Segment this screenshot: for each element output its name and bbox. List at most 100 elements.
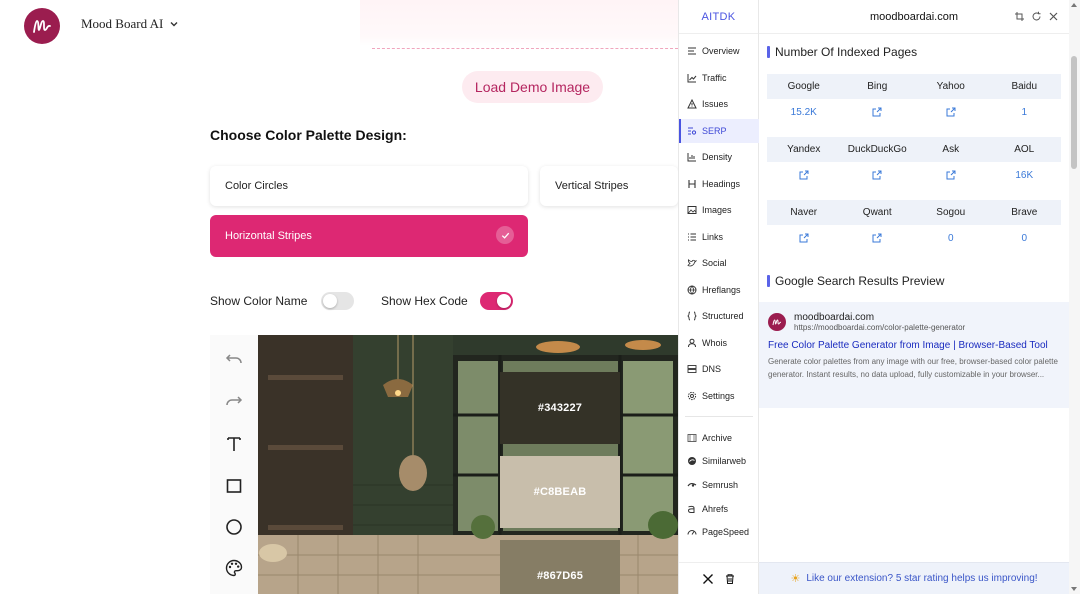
nav-issues[interactable]: Issues [679,92,759,116]
serp-url: https://moodboardai.com/color-palette-ge… [794,323,966,332]
brand-logo[interactable] [24,8,60,44]
redo-icon[interactable] [223,390,245,412]
option-label: Vertical Stripes [555,180,629,192]
rating-banner[interactable]: ☀ Like our extension? 5 star rating help… [759,562,1069,594]
nav-divider [685,416,753,417]
scroll-thumb[interactable] [1071,56,1077,169]
swatch-3[interactable]: #867D65 [500,540,620,594]
list-icon [688,47,696,55]
nav-serp[interactable]: SERP [679,119,759,143]
nav-similarweb[interactable]: Similarweb [679,449,759,473]
page-scrollbar[interactable] [1069,0,1080,594]
option-label: Color Circles [225,180,288,192]
engine-name: Qwant [862,207,892,218]
external-link-icon[interactable] [841,225,915,251]
swatch-hex: #867D65 [536,570,584,582]
external-link-icon[interactable] [914,99,988,125]
scroll-down-arrow-icon[interactable] [1071,587,1077,591]
engine-name: Naver [790,207,818,218]
scroll-up-arrow-icon[interactable] [1071,3,1077,7]
load-demo-image-button[interactable]: Load Demo Image [462,71,603,103]
brand-menu[interactable]: Mood Board AI [81,16,179,32]
option-label: Horizontal Stripes [225,230,312,242]
panel-controls [1014,11,1059,22]
sidebar-footer [679,562,759,594]
speedometer-icon [687,530,697,535]
nav-images[interactable]: Images [679,198,759,222]
nav-settings[interactable]: Settings [679,384,759,408]
nav-whois[interactable]: Whois [679,331,759,355]
show-color-name-toggle[interactable] [321,292,355,310]
indexed-group-1: Google Bing Yahoo Baidu 15.2K 1 [767,74,1061,125]
undo-icon[interactable] [223,348,245,370]
rectangle-icon[interactable] [223,475,245,497]
trash-icon[interactable] [724,573,736,585]
aitdk-title: AITDK [679,0,758,34]
external-link-icon[interactable] [767,225,841,251]
engine-name: Ask [942,144,960,155]
indexed-group-2: Yandex DuckDuckGo Ask AOL 16K [767,137,1061,188]
serp-headline[interactable]: Free Color Palette Generator from Image … [768,340,1060,351]
nav-semrush[interactable]: Semrush [679,473,759,497]
show-hex-code-toggle[interactable] [479,292,513,310]
show-hex-code-label: Show Hex Code [381,294,468,308]
nav-hreflangs[interactable]: Hreflangs [679,278,759,302]
nav-ahrefs[interactable]: Ahrefs [679,497,759,521]
indexed-count[interactable]: 16K [988,162,1062,188]
swatch-2[interactable]: #C8BEAB [500,456,620,528]
nav-traffic[interactable]: Traffic [679,66,759,90]
sun-icon: ☀ [790,573,801,585]
nav-structured[interactable]: Structured [679,304,759,328]
text-icon[interactable] [223,433,245,455]
indexed-count[interactable]: 1 [988,99,1062,125]
refresh-icon[interactable] [1031,11,1042,22]
nav-social[interactable]: Social [679,251,759,275]
aitdk-sidebar: AITDK Overview Traffic Issues SERP Densi… [678,0,759,594]
circle-icon[interactable] [223,516,245,538]
nav-label: PageSpeed [702,527,750,537]
nav-headings[interactable]: Headings [679,172,759,196]
option-horizontal-stripes[interactable]: Horizontal Stripes [210,215,528,257]
palette-icon[interactable] [223,557,245,579]
nav-label: Ahrefs [702,504,729,514]
brand-name: Mood Board AI [81,16,164,31]
swatch-hex: #343227 [537,402,583,414]
nav-density[interactable]: Density [679,145,759,169]
indexed-group-3: Naver Qwant Sogou Brave 0 0 [767,200,1061,251]
indexed-count[interactable]: 0 [988,225,1062,251]
nav-pagespeed[interactable]: PageSpeed [679,520,759,544]
nav-archive[interactable]: Archive [679,426,759,450]
globe-icon [687,285,697,295]
nav-overview[interactable]: Overview [679,39,759,63]
external-link-icon[interactable] [841,162,915,188]
editor-toolbar [210,335,258,594]
crop-icon[interactable] [1014,11,1025,22]
indexed-count[interactable]: 15.2K [767,99,841,125]
show-color-name-label: Show Color Name [210,294,308,308]
engine-name: Baidu [1011,81,1038,92]
ahrefs-icon [687,505,695,513]
swatch-hex: #C8BEAB [533,486,587,498]
logo-m-icon [33,20,51,33]
chart-icon [687,74,697,83]
rating-banner-text: Like our extension? 5 star rating helps … [806,573,1038,584]
option-color-circles[interactable]: Color Circles [210,166,528,206]
links-icon [688,233,696,241]
engine-name: Sogou [936,207,966,218]
option-vertical-stripes[interactable]: Vertical Stripes [540,166,678,206]
external-link-icon[interactable] [914,162,988,188]
external-link-icon[interactable] [841,99,915,125]
x-logo-icon[interactable] [702,573,714,585]
indexed-count[interactable]: 0 [914,225,988,251]
nav-dns[interactable]: DNS [679,357,759,381]
nav-links[interactable]: Links [679,225,759,249]
close-icon[interactable] [1048,11,1059,22]
heading-icon [688,180,696,188]
upload-area[interactable] [360,0,680,46]
similarweb-icon [688,457,696,465]
engine-name: Bing [867,81,888,92]
image-canvas[interactable]: #343227 #C8BEAB #867D65 [258,335,678,594]
nav-label: Similarweb [702,456,747,466]
swatch-1[interactable]: #343227 [500,372,620,444]
external-link-icon[interactable] [767,162,841,188]
